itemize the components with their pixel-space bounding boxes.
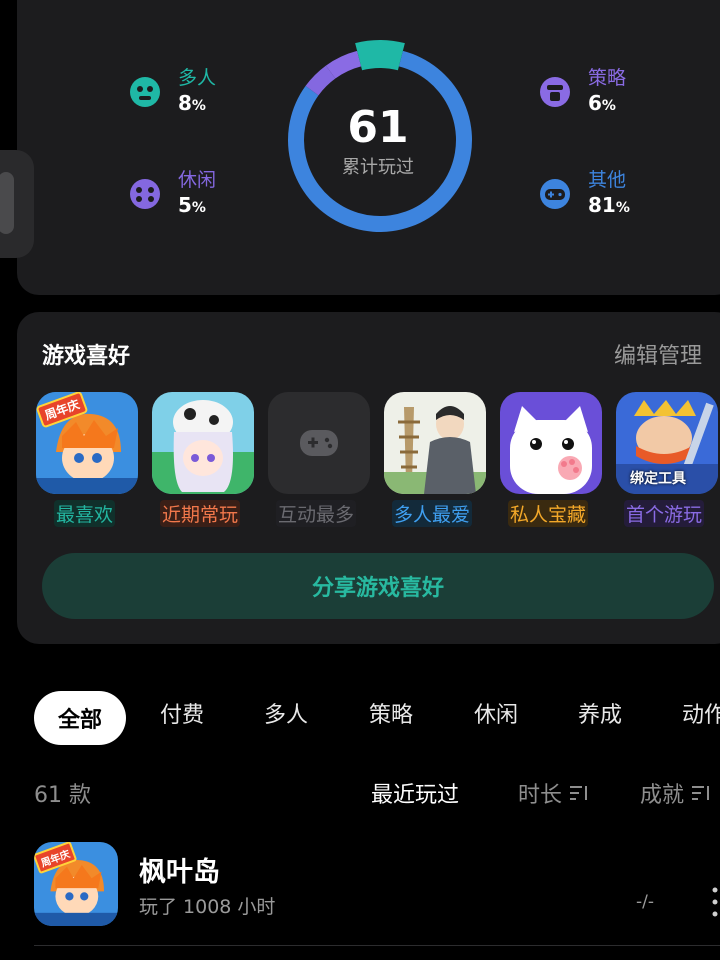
side-drawer-handle[interactable] [0, 150, 34, 258]
legend-strategy: 策略 6% [536, 66, 626, 119]
sort-recent-button[interactable]: 最近玩过 [371, 777, 459, 809]
preferences-title: 游戏喜好 [42, 344, 131, 369]
sort-icon [570, 786, 588, 800]
more-options-icon[interactable] [712, 884, 718, 920]
filter-chip-multiplayer[interactable]: 多人 [264, 697, 308, 729]
game-icon-first-played[interactable]: 绑定工具 [616, 392, 718, 494]
legend-casual: 休闲 5% [126, 168, 216, 221]
games-count: 61 款 [34, 783, 91, 808]
game-list-playtime: 玩了 1008 小时 [139, 896, 276, 918]
multiplayer-icon [130, 77, 160, 107]
game-label-first-played: 首个游玩 [624, 500, 705, 527]
sort-duration-button[interactable]: 时长 [518, 777, 590, 809]
bind-tool-badge: 绑定工具 [630, 471, 686, 487]
gamepad-icon [300, 430, 338, 456]
filter-chip-simulation[interactable]: 养成 [578, 697, 622, 729]
legend-percent: 6% [588, 91, 616, 115]
filter-chip-strategy[interactable]: 策略 [369, 697, 413, 729]
legend-percent: 5% [178, 193, 206, 217]
game-artwork [500, 392, 602, 494]
game-icon-favorite[interactable]: 周年庆 [36, 392, 138, 494]
filter-chip-paid[interactable]: 付费 [160, 697, 204, 729]
edit-manage-button[interactable]: 编辑管理 [614, 338, 702, 370]
legend-label: 休闲 [178, 169, 217, 191]
legend-percent: 81% [588, 193, 630, 217]
game-label-recent: 近期常玩 [160, 500, 241, 527]
game-list-achievement: -/- [636, 892, 654, 912]
game-icon-interact[interactable] [268, 392, 370, 494]
legend-label: 其他 [588, 169, 627, 191]
game-artwork [152, 392, 254, 494]
game-list-title[interactable]: 枫叶岛 [139, 850, 220, 889]
legend-other: 其他 81% [536, 168, 630, 221]
game-list-icon[interactable]: 周年庆 [34, 842, 118, 926]
strategy-icon [540, 77, 570, 107]
game-artwork [384, 392, 486, 494]
game-icon-treasure[interactable] [500, 392, 602, 494]
sort-achievement-button[interactable]: 成就 [640, 777, 712, 809]
filter-chip-action[interactable]: 动作 [682, 697, 720, 729]
gamepad-icon [540, 179, 570, 209]
total-games-label: 累计玩过 [342, 157, 414, 178]
share-preferences-button[interactable]: 分享游戏喜好 [42, 553, 714, 619]
game-icon-multiplayer[interactable] [384, 392, 486, 494]
list-divider [34, 945, 720, 946]
filter-chip-all[interactable]: 全部 [34, 691, 126, 745]
sort-icon [692, 786, 710, 800]
casual-icon [130, 179, 160, 209]
game-label-interact: 互动最多 [276, 500, 357, 527]
filter-chip-casual[interactable]: 休闲 [474, 697, 518, 729]
sort-duration-label: 时长 [518, 783, 563, 808]
legend-label: 多人 [178, 67, 217, 89]
game-label-treasure: 私人宝藏 [508, 500, 589, 527]
sort-achievement-label: 成就 [640, 783, 685, 808]
legend-label: 策略 [588, 67, 627, 89]
game-label-multiplayer: 多人最爱 [392, 500, 473, 527]
legend-percent: 8% [178, 91, 206, 115]
donut-segment-multiplayer [355, 40, 405, 71]
legend-multiplayer: 多人 8% [126, 66, 216, 119]
total-games-count: 61 [347, 102, 409, 153]
game-label-favorite: 最喜欢 [54, 500, 116, 527]
game-icon-recent[interactable] [152, 392, 254, 494]
